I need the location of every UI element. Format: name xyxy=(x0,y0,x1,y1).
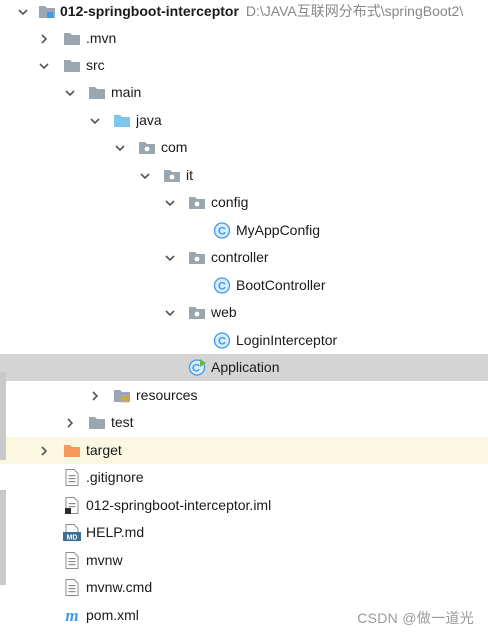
text-file-icon xyxy=(63,469,81,486)
tree-label: MyAppConfig xyxy=(236,222,321,238)
package-icon xyxy=(188,304,206,321)
project-path: D:\JAVA互联网分布式\springBoot2\ xyxy=(245,3,464,19)
expand-arrow-icon[interactable] xyxy=(37,437,51,464)
tree-row-myappconfig[interactable]: C MyAppConfig xyxy=(0,217,488,244)
collapse-arrow-icon[interactable] xyxy=(63,79,77,106)
tree-row-controller[interactable]: controller xyxy=(0,244,488,271)
svg-text:MD: MD xyxy=(67,535,78,542)
module-folder-icon xyxy=(38,3,56,20)
project-name: 012-springboot-interceptor xyxy=(60,3,239,19)
tree-row-project-root[interactable]: 012-springboot-interceptor D:\JAVA互联网分布式\… xyxy=(0,0,488,25)
watermark: CSDN @做一道光 xyxy=(357,610,474,626)
java-class-icon: C xyxy=(213,222,231,239)
folder-icon xyxy=(88,84,106,101)
tree-row-it[interactable]: it xyxy=(0,162,488,189)
tree-label: java xyxy=(136,112,162,128)
tree-label: config xyxy=(211,194,249,210)
svg-text:C: C xyxy=(192,363,200,375)
collapse-arrow-icon[interactable] xyxy=(113,134,127,161)
folder-icon xyxy=(63,57,81,74)
side-tool-strip xyxy=(0,372,6,460)
tree-row-logininterceptor[interactable]: C LoginInterceptor xyxy=(0,327,488,354)
tree-label: LoginInterceptor xyxy=(236,332,338,348)
text-file-icon xyxy=(63,552,81,569)
tree-row-src[interactable]: src xyxy=(0,52,488,79)
package-icon xyxy=(138,139,156,156)
side-tool-strip xyxy=(0,490,6,585)
tree-label: target xyxy=(86,442,122,458)
tree-row-iml[interactable]: 012-springboot-interceptor.iml xyxy=(0,492,488,519)
tree-row-main[interactable]: main xyxy=(0,79,488,106)
collapse-arrow-icon[interactable] xyxy=(163,244,177,271)
tree-label: it xyxy=(186,167,193,183)
tree-label: .mvn xyxy=(86,30,117,46)
resources-folder-icon xyxy=(113,387,131,404)
svg-text:m: m xyxy=(65,607,78,624)
folder-icon xyxy=(88,414,106,431)
collapse-arrow-icon[interactable] xyxy=(138,162,152,189)
tree-row-mvn[interactable]: .mvn xyxy=(0,25,488,52)
tree-row-config[interactable]: config xyxy=(0,189,488,216)
tree-label: BootController xyxy=(236,277,326,293)
collapse-arrow-icon[interactable] xyxy=(37,52,51,79)
svg-text:C: C xyxy=(218,281,226,293)
source-folder-icon xyxy=(113,112,131,129)
tree-label: test xyxy=(111,414,134,430)
tree-label: Application xyxy=(211,359,280,375)
tree-label: com xyxy=(161,139,188,155)
package-icon xyxy=(188,194,206,211)
tree-row-java[interactable]: java xyxy=(0,107,488,134)
expand-arrow-icon[interactable] xyxy=(88,382,102,409)
spring-boot-class-icon: C xyxy=(188,359,206,376)
tree-label: main xyxy=(111,84,142,100)
text-file-icon xyxy=(63,579,81,596)
project-tree: 012-springboot-interceptor D:\JAVA互联网分布式\… xyxy=(0,0,488,636)
tree-label: HELP.md xyxy=(86,524,145,540)
expand-arrow-icon[interactable] xyxy=(37,25,51,52)
tree-row-web[interactable]: web xyxy=(0,299,488,326)
tree-label: pom.xml xyxy=(86,607,139,623)
java-class-icon: C xyxy=(213,332,231,349)
maven-icon: m xyxy=(63,606,81,625)
tree-row-bootcontroller[interactable]: C BootController xyxy=(0,272,488,299)
markdown-file-icon: MD xyxy=(63,524,81,542)
tree-row-gitignore[interactable]: .gitignore xyxy=(0,464,488,491)
tree-row-application[interactable]: C Application xyxy=(0,354,488,381)
tree-label: src xyxy=(86,57,105,73)
tree-label: .gitignore xyxy=(86,469,144,485)
svg-text:C: C xyxy=(218,336,226,348)
excluded-folder-icon xyxy=(63,442,81,459)
tree-row-resources[interactable]: resources xyxy=(0,382,488,409)
tree-row-com[interactable]: com xyxy=(0,134,488,161)
folder-icon xyxy=(63,30,81,47)
collapse-arrow-icon[interactable] xyxy=(163,299,177,326)
expand-arrow-icon[interactable] xyxy=(63,409,77,436)
tree-label: mvnw.cmd xyxy=(86,579,153,595)
tree-label: 012-springboot-interceptor D:\JAVA互联网分布式\… xyxy=(60,0,463,25)
svg-text:C: C xyxy=(218,226,226,238)
tree-label: resources xyxy=(136,387,198,403)
package-icon xyxy=(163,167,181,184)
tree-label: web xyxy=(211,304,237,320)
collapse-arrow-icon[interactable] xyxy=(88,107,102,134)
collapse-arrow-icon[interactable] xyxy=(16,0,30,25)
tree-row-mvnw-cmd[interactable]: mvnw.cmd xyxy=(0,574,488,601)
tree-label: mvnw xyxy=(86,552,123,568)
collapse-arrow-icon[interactable] xyxy=(163,189,177,216)
tree-label: controller xyxy=(211,249,269,265)
tree-row-target[interactable]: target xyxy=(0,437,488,464)
java-class-icon: C xyxy=(213,277,231,294)
tree-row-mvnw[interactable]: mvnw xyxy=(0,547,488,574)
tree-row-help-md[interactable]: MD HELP.md xyxy=(0,519,488,546)
iml-file-icon xyxy=(63,497,81,514)
tree-row-test[interactable]: test xyxy=(0,409,488,436)
tree-label: 012-springboot-interceptor.iml xyxy=(86,497,272,513)
package-icon xyxy=(188,249,206,266)
